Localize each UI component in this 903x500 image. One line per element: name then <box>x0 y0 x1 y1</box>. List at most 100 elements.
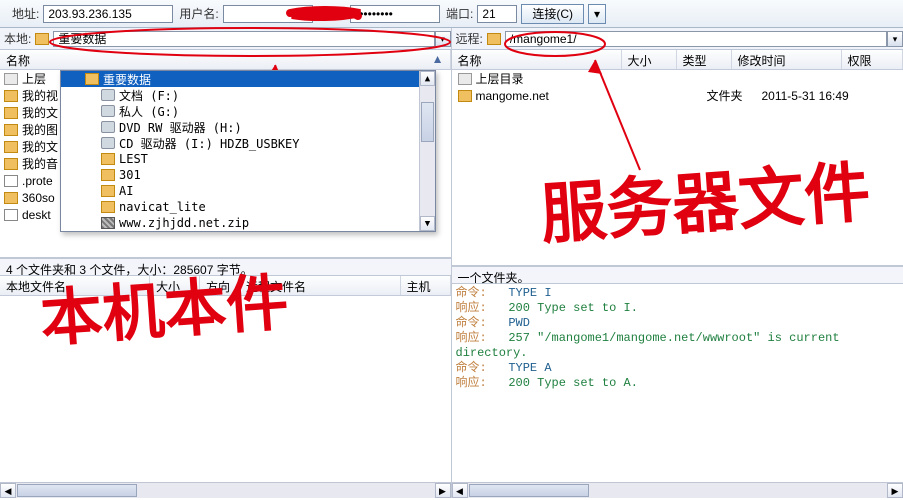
list-item[interactable]: deskt <box>0 206 58 223</box>
item-icon <box>4 209 18 221</box>
transfer-queue-body[interactable] <box>0 296 451 483</box>
remote-status-bar: 一个文件夹。 <box>452 266 903 284</box>
local-path-dropdown-panel[interactable]: 重要数据文档 (F:)私人 (G:)DVD RW 驱动器 (H:)CD 驱动器 … <box>60 70 436 232</box>
port-input[interactable] <box>477 5 517 23</box>
cell-name: 上层目录 <box>476 70 646 87</box>
scroll-right-icon[interactable]: ▶ <box>887 483 903 498</box>
item-label: 私人 (G:) <box>119 103 179 120</box>
col-mtime[interactable]: 修改时间 <box>732 50 842 69</box>
remote-path-dropdown[interactable]: ▾ <box>887 31 903 47</box>
item-label: www.zjhjdd.net.zip <box>119 216 249 230</box>
log-line: 命令: TYPE A <box>456 361 900 376</box>
dropdown-item[interactable]: 私人 (G:) <box>61 103 419 119</box>
cell-type: 文件夹 <box>701 87 756 104</box>
password-input[interactable] <box>350 5 440 23</box>
dropdown-item[interactable]: AI <box>61 183 419 199</box>
hscroll-thumb[interactable] <box>469 484 589 497</box>
log-line: 响应: 200 Type set to I. <box>456 301 900 316</box>
table-row[interactable]: 上层目录 <box>452 70 903 87</box>
username-input[interactable] <box>223 5 313 23</box>
item-label: 360so <box>22 191 55 205</box>
list-item[interactable]: 我的图 <box>0 121 58 138</box>
col-host[interactable]: 主机 <box>401 276 451 295</box>
list-item[interactable]: 我的音 <box>0 155 58 172</box>
item-label: .prote <box>22 174 53 188</box>
remote-file-area[interactable]: 上层目录mangome.net文件夹2011-5-31 16:49 <box>452 70 903 266</box>
list-item[interactable]: .prote <box>0 172 58 189</box>
dropdown-item[interactable]: LEST <box>61 151 419 167</box>
list-item[interactable]: 360so <box>0 189 58 206</box>
item-icon <box>85 73 99 85</box>
col-perm[interactable]: 权限 <box>842 50 903 69</box>
col-name[interactable]: 名称 ▲ <box>0 50 451 69</box>
log-line: 命令: PWD <box>456 316 900 331</box>
list-item[interactable]: 我的文 <box>0 138 58 155</box>
local-status-bar: 4 个文件夹和 3 个文件，大小：285607 字节。 <box>0 258 451 276</box>
connection-bar: 地址: 用户名: 密码: 端口: 连接(C) ▾ <box>0 0 903 28</box>
col-type[interactable]: 类型 <box>677 50 732 69</box>
table-row[interactable]: mangome.net文件夹2011-5-31 16:49 <box>452 87 903 104</box>
scroll-right-icon[interactable]: ▶ <box>435 483 451 498</box>
list-item[interactable]: 我的视 <box>0 87 58 104</box>
item-icon <box>458 90 472 102</box>
item-label: LEST <box>119 152 148 166</box>
connect-dropdown-button[interactable]: ▾ <box>588 4 606 24</box>
remote-pane: 远程: ▾ 名称 大小 类型 修改时间 权限 上层目录mangome.net文件… <box>452 28 903 498</box>
item-icon <box>4 73 18 85</box>
item-label: navicat_lite <box>119 200 206 214</box>
item-icon <box>4 175 18 187</box>
remote-path-input[interactable] <box>505 31 887 47</box>
item-label: 我的文 <box>22 104 58 121</box>
col-size[interactable]: 大小 <box>150 276 200 295</box>
scroll-down-icon[interactable]: ▼ <box>420 216 435 231</box>
dropdown-item[interactable]: DVD RW 驱动器 (H:) <box>61 119 419 135</box>
dropdown-item[interactable]: navicat_lite <box>61 199 419 215</box>
dropdown-scrollbar[interactable]: ▲ ▼ <box>419 71 435 231</box>
scroll-thumb[interactable] <box>421 102 434 142</box>
remote-hscrollbar[interactable]: ◀ ▶ <box>452 482 903 498</box>
item-icon <box>101 217 115 229</box>
dropdown-item[interactable]: 重要数据 <box>61 71 419 87</box>
connect-button[interactable]: 连接(C) <box>521 4 584 24</box>
local-path-dropdown[interactable]: ▾ <box>435 31 451 47</box>
item-icon <box>4 124 18 136</box>
dropdown-item[interactable]: CD 驱动器 (I:) HDZB_USBKEY <box>61 135 419 151</box>
ftp-log[interactable]: 命令: TYPE I响应: 200 Type set to I.命令: PWD响… <box>452 284 903 483</box>
log-line: 命令: TYPE I <box>456 286 900 301</box>
address-input[interactable] <box>43 5 173 23</box>
dropdown-item[interactable]: 文档 (F:) <box>61 87 419 103</box>
local-file-area[interactable]: 上层我的视我的文我的图我的文我的音.prote360sodeskt 重要数据文档… <box>0 70 451 258</box>
sort-asc-icon: ▲ <box>432 52 444 66</box>
dropdown-item[interactable]: www.zjhjdd.net.zip <box>61 215 419 231</box>
item-label: deskt <box>22 208 51 222</box>
local-address-row: 本地: ▾ <box>0 28 451 50</box>
col-remotefile[interactable]: 远程文件名 <box>240 276 401 295</box>
log-line: 响应: 200 Type set to A. <box>456 376 900 391</box>
local-pane: 本地: ▾ 名称 ▲ 上层我的视我的文我的图我的文我的音.prote360sod… <box>0 28 452 498</box>
item-label: 我的图 <box>22 121 58 138</box>
scroll-left-icon[interactable]: ◀ <box>452 483 468 498</box>
col-name[interactable]: 名称 <box>452 50 622 69</box>
pass-label: 密码: <box>319 5 346 22</box>
item-icon <box>101 185 115 197</box>
item-icon <box>4 158 18 170</box>
scroll-up-icon[interactable]: ▲ <box>420 71 435 86</box>
col-localfile[interactable]: 本地文件名 <box>0 276 150 295</box>
item-label: 我的视 <box>22 87 58 104</box>
col-size[interactable]: 大小 <box>622 50 677 69</box>
item-icon <box>101 169 115 181</box>
item-label: DVD RW 驱动器 (H:) <box>119 119 242 136</box>
scroll-left-icon[interactable]: ◀ <box>0 483 16 498</box>
log-line: 响应: 257 "/mangome1/mangome.net/wwwroot" … <box>456 331 900 361</box>
col-direction[interactable]: 方向 <box>200 276 240 295</box>
list-item[interactable]: 我的文 <box>0 104 58 121</box>
item-icon <box>101 153 115 165</box>
item-label: 301 <box>119 168 141 182</box>
dropdown-item[interactable]: 301 <box>61 167 419 183</box>
list-item[interactable]: 上层 <box>0 70 58 87</box>
item-label: 我的文 <box>22 138 58 155</box>
hscroll-thumb[interactable] <box>17 484 137 497</box>
local-hscrollbar[interactable]: ◀ ▶ <box>0 482 451 498</box>
item-icon <box>101 89 115 101</box>
local-path-input[interactable] <box>53 31 434 47</box>
